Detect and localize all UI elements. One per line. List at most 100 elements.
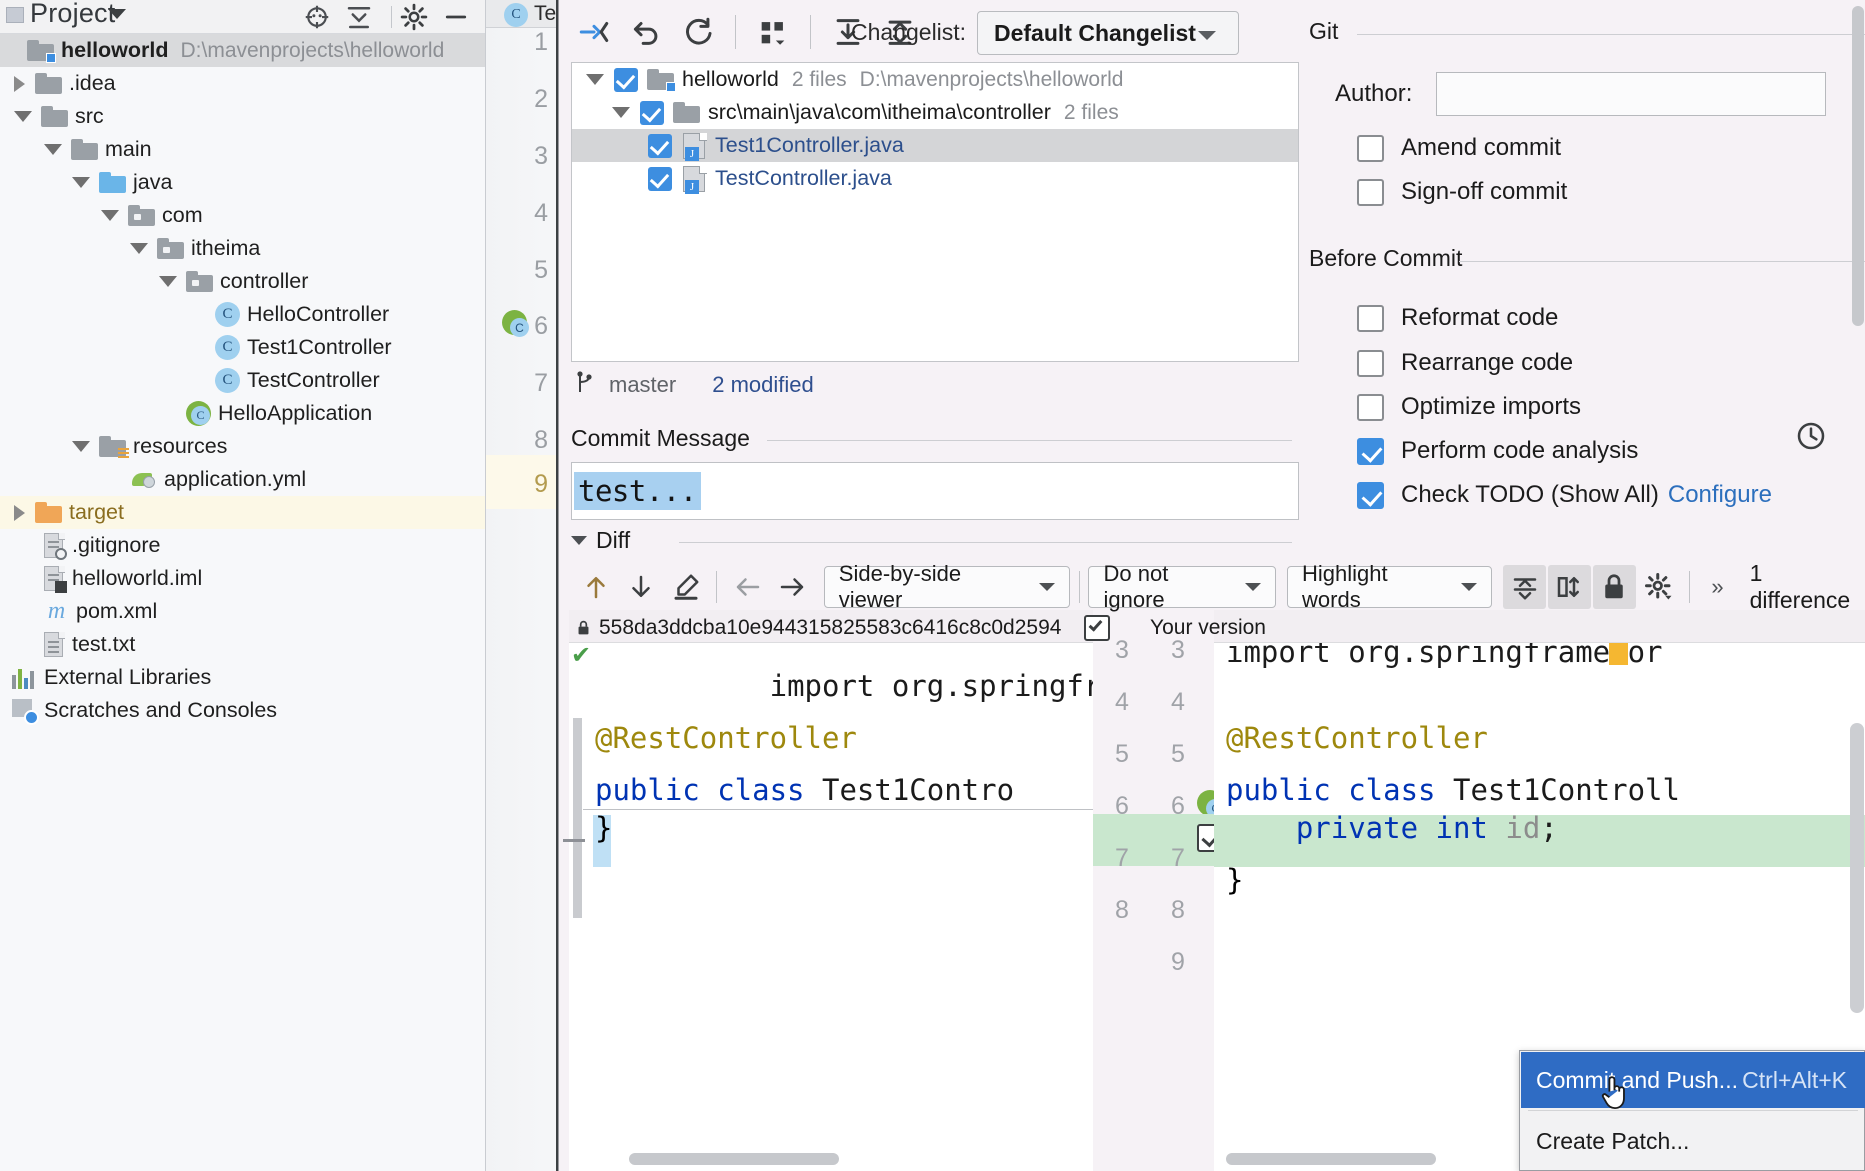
diff-change-word-highlight xyxy=(1609,643,1628,665)
tree-item-helloapplication[interactable]: C HelloApplication xyxy=(0,397,485,430)
changelist-label: Changelist: xyxy=(851,19,967,45)
tree-item-controller[interactable]: controller xyxy=(0,265,485,298)
tree-item-test-txt[interactable]: test.txt xyxy=(0,628,485,661)
tree-item-itheima[interactable]: itheima xyxy=(0,232,485,265)
tree-item-hellocontroller[interactable]: C HelloController xyxy=(0,298,485,331)
refresh-icon[interactable] xyxy=(675,9,721,55)
tree-item-resources[interactable]: resources xyxy=(0,430,485,463)
changelist-select[interactable]: Default Changelist xyxy=(977,11,1239,55)
chevron-down-icon[interactable] xyxy=(108,9,126,19)
synchronize-scroll-icon[interactable] xyxy=(1548,565,1591,609)
tree-item-main[interactable]: main xyxy=(0,133,485,166)
changes-row-package[interactable]: src\main\java\com\itheima\controller 2 f… xyxy=(572,96,1298,129)
settings-gear-icon[interactable] xyxy=(399,2,439,32)
diff-section-header[interactable]: Diff xyxy=(571,527,630,554)
amend-commit-option[interactable]: Amend commit xyxy=(1357,134,1561,162)
whitespace-mode-select[interactable]: Do not ignore xyxy=(1088,561,1277,612)
chevron-down-icon[interactable] xyxy=(72,441,90,452)
chevron-down-icon[interactable] xyxy=(14,111,32,122)
tree-item-java[interactable]: java xyxy=(0,166,485,199)
commit-message-input[interactable]: test... xyxy=(571,462,1299,520)
changes-row-testcontroller[interactable]: J TestController.java xyxy=(572,162,1298,195)
git-panel-scrollbar[interactable] xyxy=(1852,6,1864,326)
tree-item-gitignore[interactable]: .gitignore xyxy=(0,529,485,562)
reformat-code-option[interactable]: Reformat code xyxy=(1357,304,1558,332)
optimize-imports-option[interactable]: Optimize imports xyxy=(1357,393,1581,421)
checkbox[interactable] xyxy=(1357,304,1384,332)
toolbar-divider xyxy=(1689,571,1691,603)
revert-icon[interactable] xyxy=(623,9,669,55)
gutter-line-number: 8 xyxy=(534,426,548,454)
checkbox-test1controller[interactable] xyxy=(648,133,672,158)
arrow-left-icon[interactable] xyxy=(726,565,769,609)
chevron-down-icon[interactable] xyxy=(159,276,177,287)
author-input[interactable] xyxy=(1436,72,1826,116)
diff-right-vscrollbar[interactable] xyxy=(1850,723,1864,1013)
project-tree[interactable]: helloworld D:\mavenprojects\helloworld .… xyxy=(0,34,485,1171)
group-by-icon[interactable] xyxy=(750,9,796,55)
menu-item-create-patch[interactable]: Create Patch... xyxy=(1521,1113,1865,1169)
tree-item-idea[interactable]: .idea xyxy=(0,67,485,100)
chevron-down-icon[interactable] xyxy=(101,210,119,221)
tree-item-src[interactable]: src xyxy=(0,100,485,133)
tree-item-test1controller[interactable]: C Test1Controller xyxy=(0,331,485,364)
changes-row-helloworld[interactable]: helloworld 2 files D:\mavenprojects\hell… xyxy=(572,63,1298,96)
editor-tab-label[interactable]: Te xyxy=(534,2,556,26)
collapse-all-icon[interactable] xyxy=(344,2,384,32)
checkbox[interactable] xyxy=(1357,134,1384,162)
checkbox[interactable] xyxy=(1357,437,1384,465)
chevron-down-icon[interactable] xyxy=(571,536,587,545)
chevron-down-icon[interactable] xyxy=(44,144,62,155)
rearrange-code-option[interactable]: Rearrange code xyxy=(1357,349,1573,377)
checkbox-testcontroller[interactable] xyxy=(648,166,672,191)
gear-icon[interactable] xyxy=(1638,565,1681,609)
menu-item-commit-and-push[interactable]: Commit and Push... Ctrl+Alt+K xyxy=(1521,1052,1865,1108)
tree-item-testcontroller[interactable]: C TestController xyxy=(0,364,485,397)
signoff-commit-option[interactable]: Sign-off commit xyxy=(1357,178,1567,206)
chevron-down-icon[interactable] xyxy=(586,74,604,85)
checkbox[interactable] xyxy=(1357,481,1384,509)
tree-item-external-libraries[interactable]: External Libraries xyxy=(0,661,485,694)
pencil-edit-icon[interactable] xyxy=(665,565,708,609)
arrow-right-icon[interactable] xyxy=(771,565,814,609)
highlight-mode-select[interactable]: Highlight words xyxy=(1287,561,1493,612)
check-todo-option[interactable]: Check TODO (Show All) Configure xyxy=(1357,481,1772,509)
collapse-unchanged-icon[interactable] xyxy=(1503,565,1547,609)
diff-right-hscrollbar[interactable] xyxy=(1226,1153,1436,1165)
tree-item-helloworld[interactable]: helloworld D:\mavenprojects\helloworld xyxy=(0,34,485,67)
chevron-right-icon[interactable] xyxy=(14,75,25,92)
changed-files-tree[interactable]: helloworld 2 files D:\mavenprojects\hell… xyxy=(571,62,1299,362)
tree-item-com[interactable]: com xyxy=(0,199,485,232)
tree-item-application-yml[interactable]: application.yml xyxy=(0,463,485,496)
perform-code-analysis-option[interactable]: Perform code analysis xyxy=(1357,437,1638,465)
minimize-icon[interactable] xyxy=(441,2,481,32)
spring-bean-gutter-icon[interactable]: C xyxy=(502,310,530,337)
tree-item-scratches-and-consoles[interactable]: Scratches and Consoles xyxy=(0,694,485,727)
lock-icon[interactable] xyxy=(1592,565,1636,609)
modified-count[interactable]: 2 modified xyxy=(712,372,814,398)
chevron-down-icon[interactable] xyxy=(130,243,148,254)
tree-item-target[interactable]: target xyxy=(0,496,485,529)
checkbox-helloworld[interactable] xyxy=(614,67,638,92)
tree-item-pom-xml[interactable]: m pom.xml xyxy=(0,595,485,628)
target-locate-icon[interactable] xyxy=(302,2,342,32)
checkbox[interactable] xyxy=(1357,393,1384,421)
diff-left-hscrollbar[interactable] xyxy=(629,1153,839,1165)
checkbox[interactable] xyxy=(1357,349,1384,377)
changes-row-label: TestController.java xyxy=(715,166,892,190)
chevrons-right-icon[interactable]: » xyxy=(1711,574,1723,600)
checkbox-package[interactable] xyxy=(640,100,664,125)
arrow-up-icon[interactable] xyxy=(575,565,618,609)
chevron-down-icon[interactable] xyxy=(612,107,630,118)
checkbox[interactable] xyxy=(1357,178,1384,206)
viewer-mode-select[interactable]: Side-by-side viewer xyxy=(823,561,1070,612)
arrow-down-icon[interactable] xyxy=(620,565,663,609)
configure-link[interactable]: Configure xyxy=(1668,481,1772,509)
tree-item-helloworld-iml[interactable]: helloworld.iml xyxy=(0,562,485,595)
diff-left-pane[interactable]: ✔ import org.springframewo @RestControll… xyxy=(563,642,1189,1171)
changes-row-test1controller[interactable]: J Test1Controller.java xyxy=(572,129,1298,162)
diff-left-line-5: @RestController xyxy=(595,721,857,755)
show-diff-icon[interactable] xyxy=(571,9,617,55)
chevron-right-icon[interactable] xyxy=(14,504,25,521)
chevron-down-icon[interactable] xyxy=(72,177,90,188)
